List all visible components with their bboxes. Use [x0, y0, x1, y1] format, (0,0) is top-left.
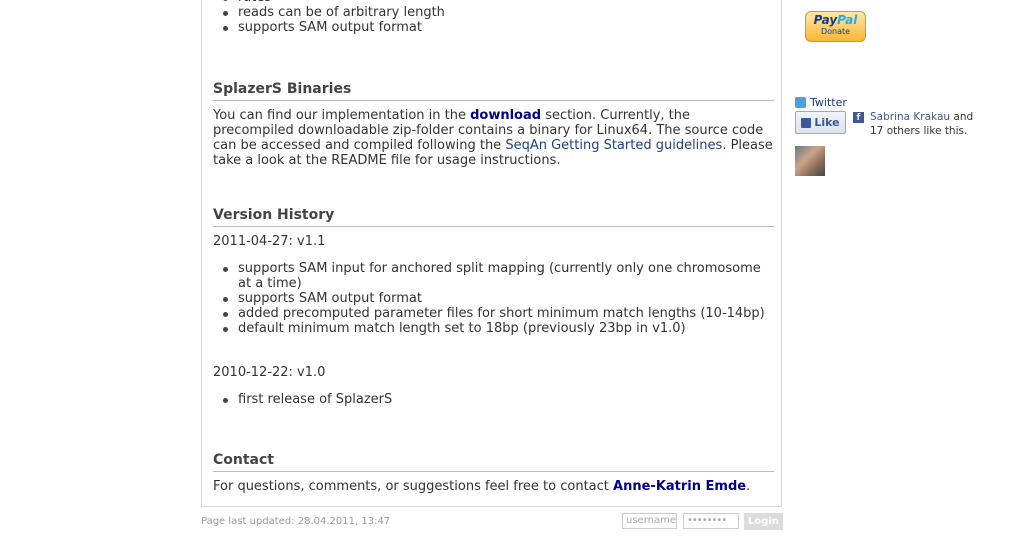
facebook-icon: f [853, 112, 864, 123]
paypal-donate-button[interactable]: PayPal Donate [805, 11, 866, 42]
contact-heading: Contact [213, 452, 774, 472]
v11-list: supports SAM input for anchored split ma… [213, 261, 774, 336]
thumbs-up-icon [801, 117, 812, 128]
version-date: 2011-04-27: v1.1 [213, 234, 326, 249]
list-item: added precomputed parameter files for sh… [213, 306, 774, 321]
download-link[interactable]: download [470, 108, 541, 123]
author-link[interactable]: Anne-Katrin Emde [613, 479, 746, 494]
last-updated-text: Page last updated: 28.04.2011, 13:47 [201, 516, 391, 527]
donate-label: Donate [820, 27, 851, 36]
v10-list: first release of SplazerS [213, 392, 774, 407]
facebook-friend-link[interactable]: Sabrina Krakau [870, 111, 950, 123]
paypal-logo: PayPal [813, 13, 858, 27]
avatar[interactable] [795, 146, 825, 176]
twitter-link[interactable]: Twitter [795, 96, 847, 109]
username-input[interactable]: username [622, 513, 677, 529]
version-date: 2010-12-22: v1.0 [213, 365, 326, 380]
list-item: reads can be of arbitrary length [213, 5, 774, 20]
list-item: default minimum match length set to 18bp… [213, 321, 774, 336]
main-content: rates reads can be of arbitrary length s… [201, 0, 782, 507]
seqan-guidelines-link[interactable]: SeqAn Getting Started guidelines [505, 138, 722, 153]
list-item: supports SAM input for anchored split ma… [213, 261, 774, 291]
facebook-social-text: Sabrina Krakau and 17 others like this. [870, 111, 974, 137]
list-item: first release of SplazerS [213, 392, 774, 407]
list-item: supports SAM output format [213, 20, 774, 35]
feature-list: rates reads can be of arbitrary length s… [213, 0, 774, 35]
binaries-paragraph: You can find our implementation in the d… [213, 108, 773, 168]
binaries-heading: SplazerS Binaries [213, 81, 774, 101]
contact-paragraph: For questions, comments, or suggestions … [213, 479, 751, 494]
version-history-heading: Version History [213, 207, 774, 227]
twitter-icon [795, 97, 806, 108]
login-button[interactable]: Login [744, 513, 783, 530]
password-input[interactable]: •••••••• [683, 513, 739, 529]
list-item: supports SAM output format [213, 291, 774, 306]
facebook-like-button[interactable]: Like [795, 111, 846, 134]
